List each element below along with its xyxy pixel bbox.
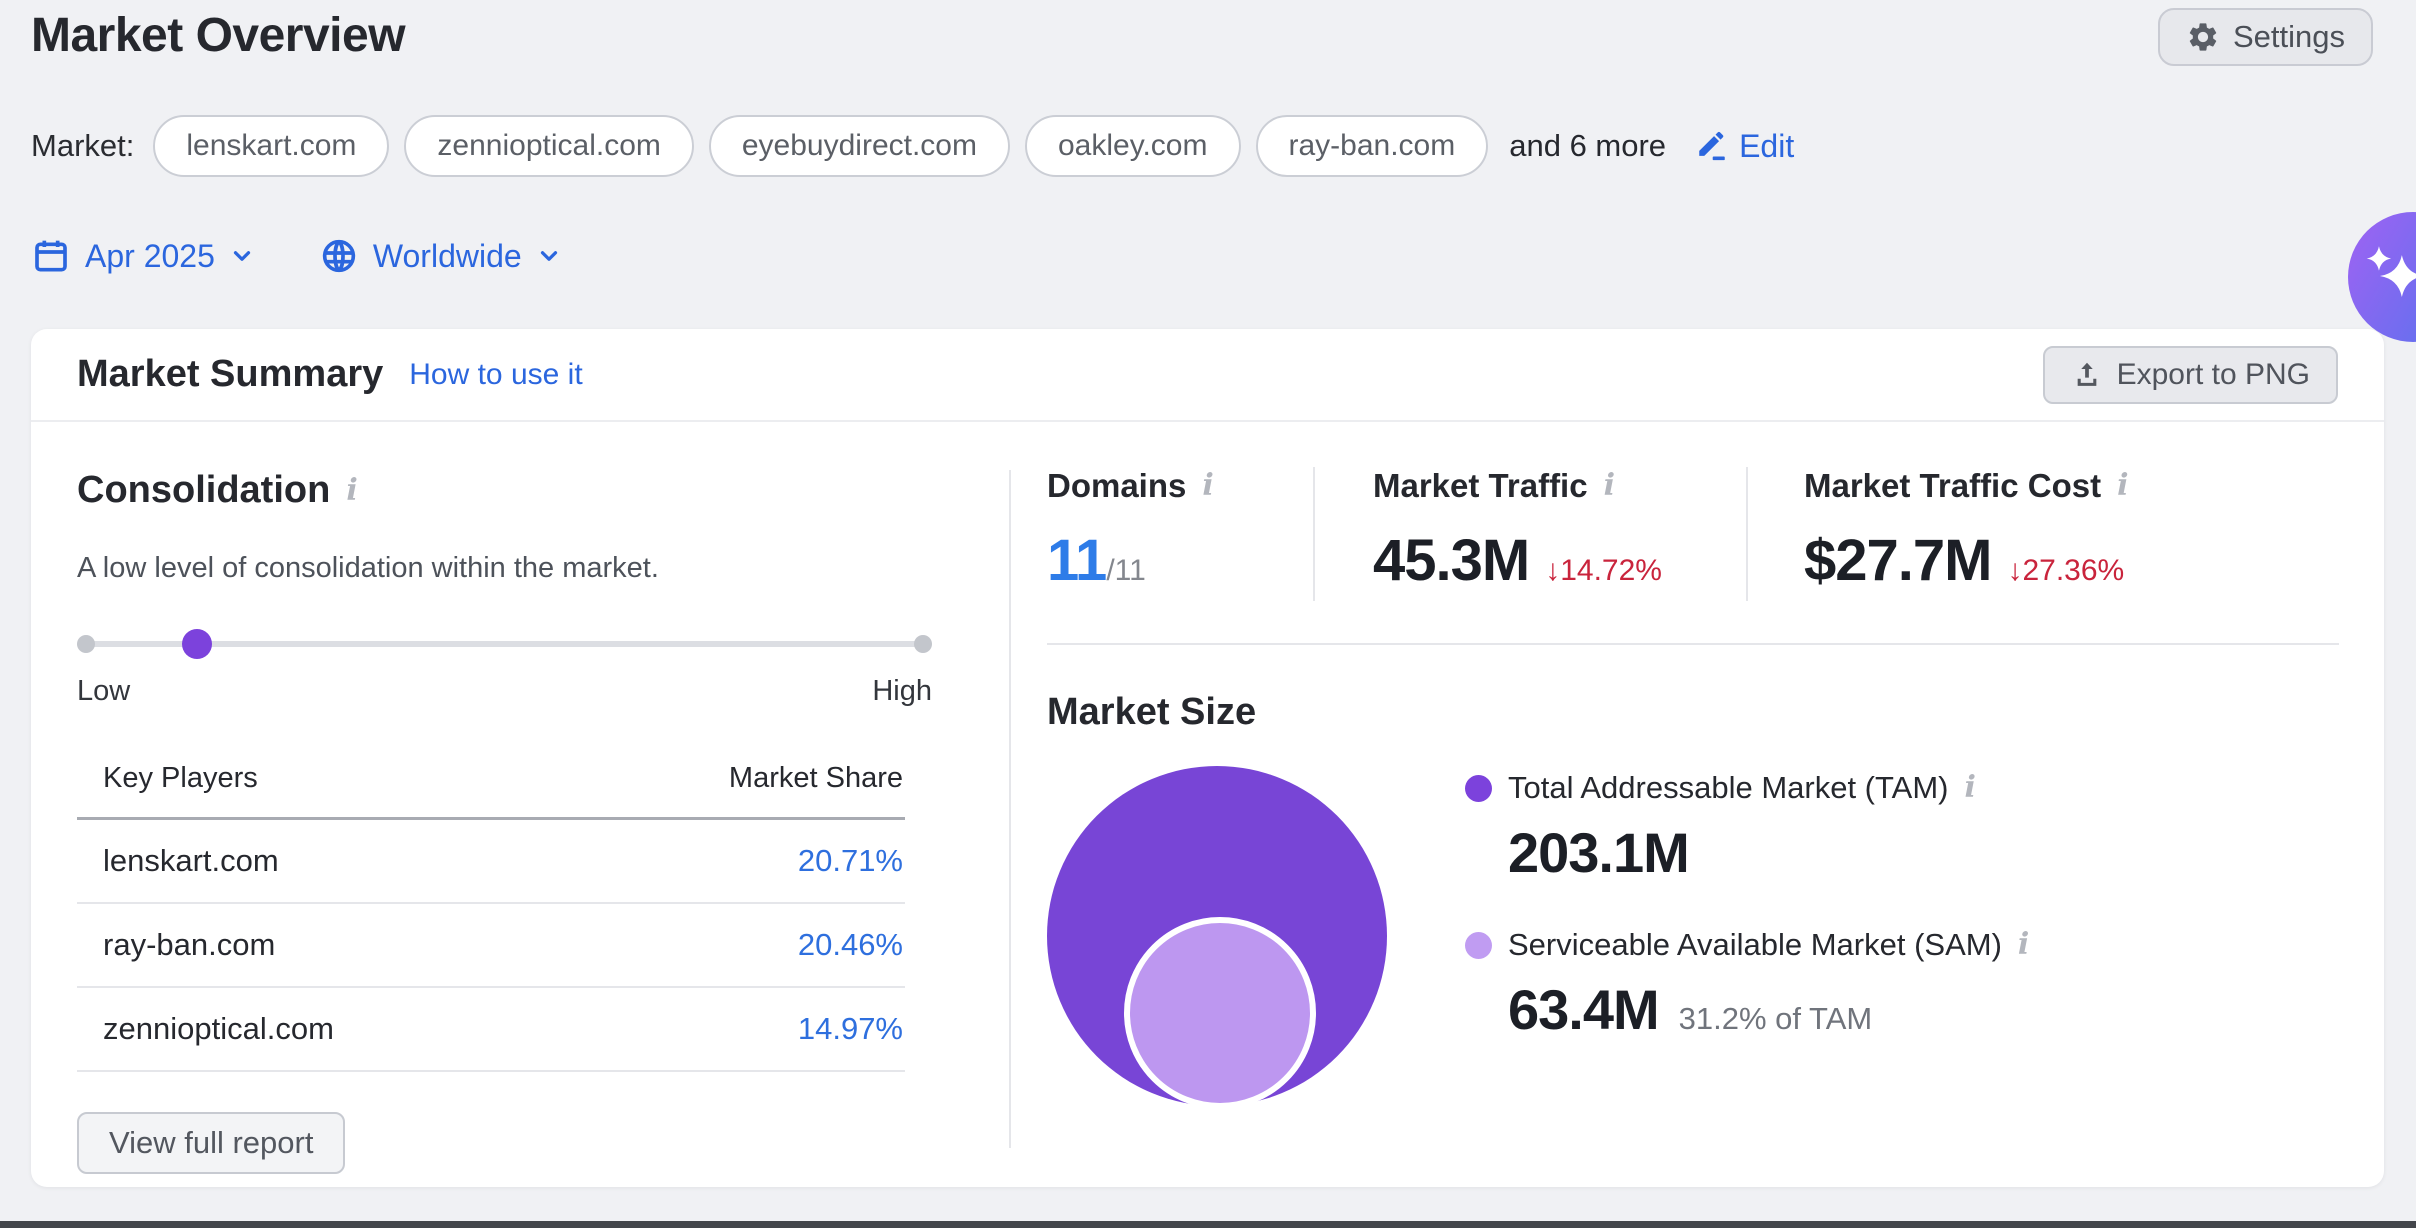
consolidation-slider-knob[interactable] — [182, 629, 212, 659]
sam-value: 63.4M — [1508, 977, 1659, 1042]
player-share-link[interactable]: 14.97% — [798, 1011, 903, 1047]
market-size-chart-area: Total Addressable Market (TAM) i 203.1M … — [1047, 766, 2353, 1122]
ai-assistant-button[interactable] — [2348, 212, 2416, 342]
market-summary-card: Market Summary How to use it Export to P… — [31, 329, 2384, 1187]
region-filter-dropdown[interactable]: Worldwide — [319, 236, 562, 276]
market-domain-pill[interactable]: lenskart.com — [153, 115, 389, 177]
domains-stat: Domains i 11 /11 — [1047, 467, 1315, 601]
slider-low-label: Low — [77, 675, 130, 708]
column-header-key-players: Key Players — [103, 762, 258, 795]
consolidation-description: A low level of consolidation within the … — [77, 552, 1007, 585]
market-overview-page: Market Overview Settings Market: lenskar… — [0, 0, 2416, 1228]
market-size-title: Market Size — [1047, 691, 2353, 734]
settings-button[interactable]: Settings — [2158, 8, 2373, 66]
sam-percent-of-tam: 31.2% of TAM — [1679, 1001, 1873, 1037]
more-domains-text: and 6 more — [1509, 128, 1666, 164]
market-traffic-stat-label: Market Traffic — [1373, 467, 1588, 505]
date-filter-dropdown[interactable]: Apr 2025 — [31, 236, 255, 276]
tam-value: 203.1M — [1508, 820, 1689, 885]
chevron-down-icon — [229, 243, 255, 269]
player-share-link[interactable]: 20.46% — [798, 927, 903, 963]
consolidation-title: Consolidation — [77, 469, 330, 512]
card-title: Market Summary — [77, 353, 383, 396]
card-header: Market Summary How to use it Export to P… — [31, 329, 2384, 422]
edit-link-label: Edit — [1739, 128, 1794, 165]
market-traffic-stat: Market Traffic i 45.3M ↓14.72% — [1315, 467, 1748, 601]
market-traffic-cost-change-badge: ↓27.36% — [2007, 554, 2124, 588]
table-row[interactable]: zennioptical.com 14.97% — [77, 988, 905, 1072]
domains-stat-label: Domains — [1047, 467, 1186, 505]
region-filter-value: Worldwide — [373, 238, 522, 275]
gear-icon — [2186, 20, 2220, 54]
table-row[interactable]: ray-ban.com 20.46% — [77, 904, 905, 988]
stats-row: Domains i 11 /11 Market Traffic i 45.3M — [1047, 467, 2353, 601]
filters-row: Apr 2025 Worldwide — [31, 228, 562, 284]
export-button-label: Export to PNG — [2117, 358, 2310, 392]
edit-market-link[interactable]: Edit — [1695, 128, 1794, 165]
market-traffic-cost-stat-value: $27.7M — [1804, 527, 1991, 594]
market-domain-pill[interactable]: eyebuydirect.com — [709, 115, 1010, 177]
globe-icon — [319, 236, 359, 276]
market-traffic-stat-value: 45.3M — [1373, 527, 1529, 594]
domains-stat-suffix: /11 — [1106, 554, 1145, 588]
key-players-table: Key Players Market Share lenskart.com 20… — [77, 762, 905, 1072]
market-traffic-change-badge: ↓14.72% — [1545, 554, 1662, 588]
calendar-icon — [31, 236, 71, 276]
info-icon[interactable]: i — [1202, 471, 1213, 501]
info-icon[interactable]: i — [1964, 773, 1975, 803]
tam-legend-label: Total Addressable Market (TAM) — [1508, 770, 1948, 806]
market-metrics-section: Domains i 11 /11 Market Traffic i 45.3M — [1047, 467, 2353, 1122]
column-header-market-share: Market Share — [729, 762, 903, 795]
column-divider — [1009, 470, 1011, 1148]
window-bottom-edge — [0, 1221, 2416, 1228]
consolidation-slider — [77, 629, 932, 659]
sam-legend-bullet — [1465, 932, 1492, 959]
market-domain-pill[interactable]: zennioptical.com — [404, 115, 693, 177]
player-domain: lenskart.com — [103, 843, 279, 879]
info-icon[interactable]: i — [2117, 471, 2128, 501]
upload-icon — [2071, 359, 2103, 391]
chevron-down-icon — [536, 243, 562, 269]
how-to-use-link[interactable]: How to use it — [409, 358, 582, 392]
market-bar: Market: lenskart.com zennioptical.com ey… — [31, 114, 1794, 178]
market-traffic-cost-stat: Market Traffic Cost i $27.7M ↓27.36% — [1748, 467, 2129, 601]
info-icon[interactable]: i — [2018, 930, 2029, 960]
player-domain: ray-ban.com — [103, 927, 275, 963]
slider-end-dot-low — [77, 635, 95, 653]
export-to-png-button[interactable]: Export to PNG — [2043, 346, 2338, 404]
market-domain-pill[interactable]: oakley.com — [1025, 115, 1241, 177]
date-filter-value: Apr 2025 — [85, 238, 215, 275]
view-full-report-button[interactable]: View full report — [77, 1112, 345, 1174]
market-label: Market: — [31, 128, 134, 164]
consolidation-section: Consolidation i A low level of consolida… — [77, 469, 1007, 1174]
settings-button-label: Settings — [2233, 19, 2345, 55]
sam-circle[interactable] — [1124, 917, 1316, 1109]
domains-stat-value: 11 — [1047, 527, 1106, 594]
tam-sam-bubble-chart — [1047, 766, 1407, 1122]
stats-divider — [1047, 643, 2339, 645]
slider-high-label: High — [872, 675, 932, 708]
market-domain-pill[interactable]: ray-ban.com — [1256, 115, 1489, 177]
player-share-link[interactable]: 20.71% — [798, 843, 903, 879]
slider-end-dot-high — [914, 635, 932, 653]
info-icon[interactable]: i — [346, 476, 357, 506]
player-domain: zennioptical.com — [103, 1011, 334, 1047]
sam-legend-label: Serviceable Available Market (SAM) — [1508, 927, 2002, 963]
pencil-icon — [1695, 129, 1729, 163]
market-size-legend: Total Addressable Market (TAM) i 203.1M … — [1465, 766, 2029, 1122]
market-traffic-cost-stat-label: Market Traffic Cost — [1804, 467, 2101, 505]
info-icon[interactable]: i — [1604, 471, 1615, 501]
page-title: Market Overview — [31, 8, 405, 63]
table-row[interactable]: lenskart.com 20.71% — [77, 820, 905, 904]
tam-legend-bullet — [1465, 775, 1492, 802]
